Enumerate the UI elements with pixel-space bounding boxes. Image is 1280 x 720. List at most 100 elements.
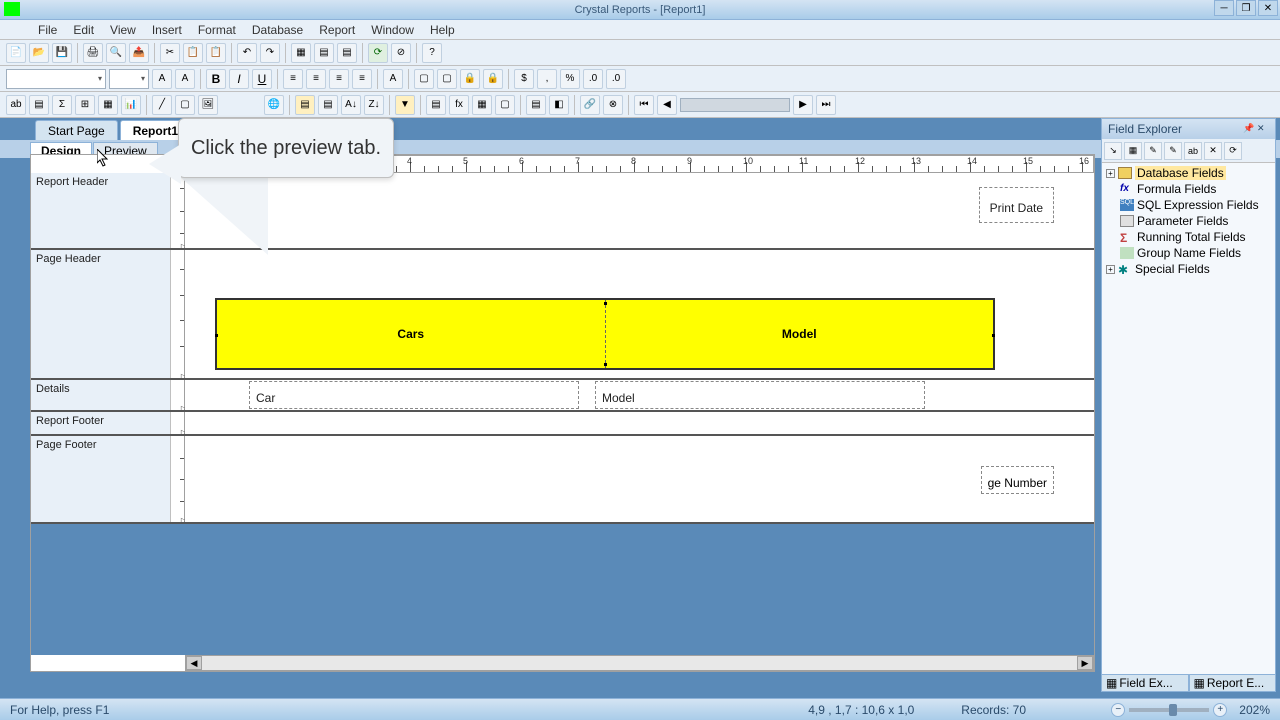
align-justify-icon[interactable]: ≡ xyxy=(352,69,372,89)
section-report-footer[interactable]: Report Footer ▷ xyxy=(31,412,1094,436)
olap-expert-icon[interactable]: ▦ xyxy=(472,95,492,115)
insert-subreport-icon[interactable]: ▦ xyxy=(98,95,118,115)
report-explorer-icon[interactable]: ▤ xyxy=(337,43,357,63)
column-header-cars[interactable]: Cars xyxy=(217,300,606,368)
nav-slider[interactable] xyxy=(680,98,790,112)
field-explorer-titlebar[interactable]: Field Explorer 📌 ✕ xyxy=(1102,119,1275,139)
formula-workshop-icon[interactable]: fx xyxy=(449,95,469,115)
font-color-icon[interactable]: A xyxy=(383,69,403,89)
align-right-icon[interactable]: ≡ xyxy=(329,69,349,89)
undo-icon[interactable]: ↶ xyxy=(237,43,257,63)
underline-icon[interactable]: U xyxy=(252,69,272,89)
copy-icon[interactable]: 📋 xyxy=(183,43,203,63)
lock-size-icon[interactable]: 🔒 xyxy=(483,69,503,89)
decrease-font-icon[interactable]: A xyxy=(175,69,195,89)
close-icon[interactable]: ✕ xyxy=(1257,123,1269,135)
nav-first-icon[interactable]: ⏮ xyxy=(634,95,654,115)
insert-line-icon[interactable]: ╱ xyxy=(152,95,172,115)
menu-format[interactable]: Format xyxy=(190,21,244,39)
menu-window[interactable]: Window xyxy=(363,21,422,39)
remove-icon[interactable]: ⊗ xyxy=(603,95,623,115)
stop-icon[interactable]: ⊘ xyxy=(391,43,411,63)
field-tree[interactable]: +Database FieldsfxFormula FieldsSQLSQL E… xyxy=(1102,163,1275,279)
align-center-icon[interactable]: ≡ xyxy=(306,69,326,89)
expand-icon[interactable]: + xyxy=(1106,169,1115,178)
zoom-slider[interactable] xyxy=(1129,708,1209,712)
tab-field-explorer[interactable]: ▦ Field Ex... xyxy=(1101,674,1189,692)
select-expert-icon[interactable]: ▼ xyxy=(395,95,415,115)
insert-group-icon[interactable]: ▤ xyxy=(29,95,49,115)
pin-icon[interactable]: 📌 xyxy=(1243,123,1255,135)
insert-field-icon[interactable]: ↘ xyxy=(1104,142,1122,160)
menu-database[interactable]: Database xyxy=(244,21,311,39)
insert-crosstab-icon[interactable]: ⊞ xyxy=(75,95,95,115)
insert-summary-icon[interactable]: Σ xyxy=(52,95,72,115)
section-details[interactable]: Details ▷ Car Model xyxy=(31,380,1094,412)
zoom-level[interactable]: 202% xyxy=(1239,703,1270,717)
bold-icon[interactable]: B xyxy=(206,69,226,89)
highlight-expert-icon[interactable]: ◧ xyxy=(549,95,569,115)
zoom-out-icon[interactable]: − xyxy=(1111,703,1125,717)
section-page-header[interactable]: Page Header ▷ Cars Model xyxy=(31,250,1094,380)
rename-icon[interactable]: ab xyxy=(1184,142,1202,160)
cut-icon[interactable]: ✂ xyxy=(160,43,180,63)
tree-item[interactable]: Parameter Fields xyxy=(1104,213,1273,229)
group-expert-icon[interactable]: ▤ xyxy=(295,95,315,115)
format-expert-icon[interactable]: ▤ xyxy=(526,95,546,115)
tree-item[interactable]: fxFormula Fields xyxy=(1104,181,1273,197)
horizontal-scrollbar[interactable]: ◀ ▶ xyxy=(185,655,1094,671)
refresh-icon[interactable]: ⟳ xyxy=(1224,142,1242,160)
inc-decimal-icon[interactable]: .0 xyxy=(583,69,603,89)
suppress-icon[interactable]: ▢ xyxy=(437,69,457,89)
insert-text-icon[interactable]: ab xyxy=(6,95,26,115)
insert-picture-icon[interactable]: 🖼 xyxy=(198,95,218,115)
menu-edit[interactable]: Edit xyxy=(65,21,102,39)
database-expert-icon[interactable]: 🌐 xyxy=(264,95,284,115)
increase-font-icon[interactable]: A xyxy=(152,69,172,89)
tree-item[interactable]: SQLSQL Expression Fields xyxy=(1104,197,1273,213)
zoom-in-icon[interactable]: + xyxy=(1213,703,1227,717)
sort-za-icon[interactable]: Z↓ xyxy=(364,95,384,115)
scroll-left-icon[interactable]: ◀ xyxy=(186,656,202,670)
column-header-model[interactable]: Model xyxy=(606,300,994,368)
paste-icon[interactable]: 📋 xyxy=(206,43,226,63)
thousands-icon[interactable]: , xyxy=(537,69,557,89)
tab-start-page[interactable]: Start Page xyxy=(35,120,118,140)
scroll-right-icon[interactable]: ▶ xyxy=(1077,656,1093,670)
refresh-icon[interactable]: ⟳ xyxy=(368,43,388,63)
expand-icon[interactable]: + xyxy=(1106,265,1115,274)
column-header-box[interactable]: Cars Model xyxy=(215,298,995,370)
minimize-button[interactable]: ─ xyxy=(1214,0,1234,16)
nav-last-icon[interactable]: ⏭ xyxy=(816,95,836,115)
save-icon[interactable]: 💾 xyxy=(52,43,72,63)
new-icon[interactable]: 📄 xyxy=(6,43,26,63)
open-icon[interactable]: 📂 xyxy=(29,43,49,63)
menu-file[interactable]: File xyxy=(30,21,65,39)
new-field-icon[interactable]: ✎ xyxy=(1144,142,1162,160)
font-size-combo[interactable] xyxy=(109,69,149,89)
detail-field-car[interactable]: Car xyxy=(249,381,579,409)
redo-icon[interactable]: ↷ xyxy=(260,43,280,63)
maximize-button[interactable]: ❐ xyxy=(1236,0,1256,16)
currency-icon[interactable]: $ xyxy=(514,69,534,89)
insert-hyperlink-icon[interactable]: 🔗 xyxy=(580,95,600,115)
field-explorer-icon[interactable]: ▤ xyxy=(314,43,334,63)
dec-decimal-icon[interactable]: .0 xyxy=(606,69,626,89)
section-expert-icon[interactable]: ▤ xyxy=(426,95,446,115)
toggle-grid-icon[interactable]: ▦ xyxy=(291,43,311,63)
menu-view[interactable]: View xyxy=(102,21,144,39)
menu-report[interactable]: Report xyxy=(311,21,363,39)
menu-insert[interactable]: Insert xyxy=(144,21,190,39)
delete-icon[interactable]: ✕ xyxy=(1204,142,1222,160)
detail-field-model[interactable]: Model xyxy=(595,381,925,409)
nav-next-icon[interactable]: ▶ xyxy=(793,95,813,115)
browse-icon[interactable]: ▦ xyxy=(1124,142,1142,160)
font-name-combo[interactable] xyxy=(6,69,106,89)
tab-report-explorer[interactable]: ▦ Report E... xyxy=(1189,674,1277,692)
italic-icon[interactable]: I xyxy=(229,69,249,89)
export-icon[interactable]: 📤 xyxy=(129,43,149,63)
print-icon[interactable]: 🖨 xyxy=(83,43,103,63)
close-button[interactable]: ✕ xyxy=(1258,0,1278,16)
align-left-icon[interactable]: ≡ xyxy=(283,69,303,89)
print-date-field[interactable]: Print Date xyxy=(979,187,1054,223)
